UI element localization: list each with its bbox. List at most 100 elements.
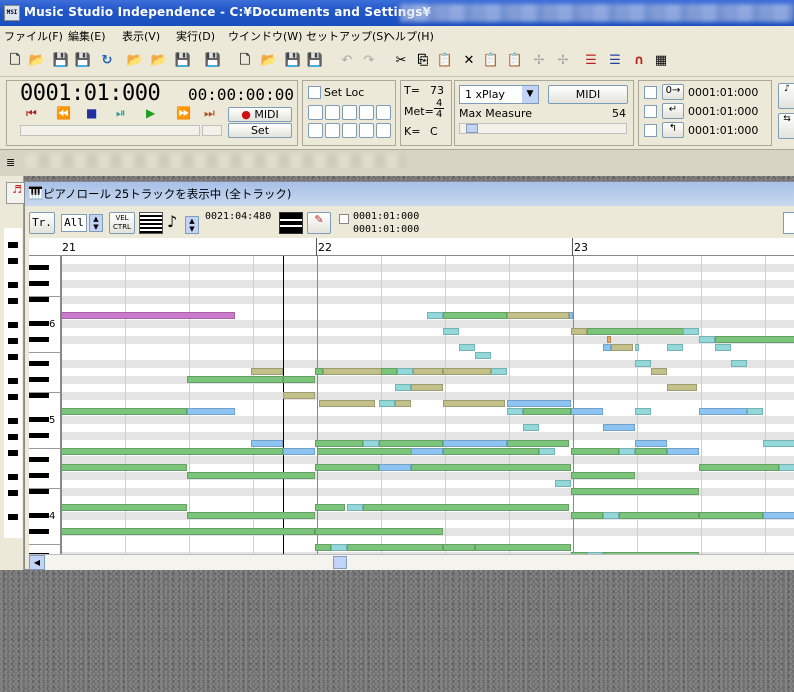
midi-note[interactable]: [315, 504, 345, 511]
note-lane[interactable]: [61, 296, 794, 304]
grid-snap-icon[interactable]: [139, 212, 163, 234]
black-key[interactable]: [29, 513, 49, 518]
import-icon[interactable]: 📂: [126, 52, 144, 70]
reload-icon[interactable]: ↻: [98, 52, 116, 70]
save-icon[interactable]: 💾: [52, 52, 70, 70]
midi-note[interactable]: [395, 384, 411, 391]
paste-mix-icon[interactable]: 📋: [506, 52, 524, 70]
menu-run[interactable]: 実行(D): [176, 28, 215, 44]
save-doc-as-icon[interactable]: 💾: [306, 52, 324, 70]
midi-note[interactable]: [331, 544, 347, 551]
midi-note[interactable]: [411, 384, 443, 391]
midi-note[interactable]: [397, 368, 413, 375]
midi-button[interactable]: MIDI: [548, 85, 628, 104]
midi-note[interactable]: [187, 512, 315, 519]
black-key[interactable]: [29, 281, 49, 286]
midi-note[interactable]: [571, 448, 619, 455]
midi-note[interactable]: [187, 408, 235, 415]
piano-display-icon[interactable]: [279, 212, 303, 234]
note-lane[interactable]: [61, 456, 794, 464]
midi-note[interactable]: [443, 448, 539, 455]
save-song-icon[interactable]: 💾: [174, 52, 192, 70]
midi-note[interactable]: [507, 408, 523, 415]
note-lane[interactable]: [61, 392, 794, 400]
eighth-note-icon[interactable]: ♪: [167, 212, 177, 231]
list-red-icon[interactable]: ☰: [582, 52, 600, 70]
black-key[interactable]: [29, 529, 49, 534]
forward-end-icon[interactable]: ⏭: [204, 106, 215, 120]
midi-note[interactable]: [715, 336, 794, 343]
midi-note[interactable]: [779, 464, 794, 471]
midi-note[interactable]: [315, 440, 363, 447]
midi-note[interactable]: [61, 408, 187, 415]
midi-note[interactable]: [699, 464, 779, 471]
midi-note[interactable]: [315, 544, 331, 551]
midi-note[interactable]: [443, 328, 459, 335]
note-lane[interactable]: [61, 480, 794, 488]
menu-window[interactable]: ウインドウ(W): [228, 28, 302, 44]
midi-note[interactable]: [379, 400, 395, 407]
note-lane[interactable]: [61, 424, 794, 432]
save-as-icon[interactable]: 💾: [74, 52, 92, 70]
note-lane[interactable]: [61, 272, 794, 280]
midi-note[interactable]: [523, 424, 539, 431]
midi-note[interactable]: [475, 544, 571, 551]
midi-note[interactable]: [611, 344, 633, 351]
save-doc-icon[interactable]: 💾: [284, 52, 302, 70]
midi-note[interactable]: [283, 448, 315, 455]
piano-keyboard[interactable]: 6 5 4: [29, 256, 61, 554]
black-key[interactable]: [29, 393, 49, 398]
midi-note[interactable]: [61, 464, 187, 471]
midi-note[interactable]: [379, 440, 443, 447]
track-select-button[interactable]: Tr.: [29, 212, 55, 234]
midi-note[interactable]: [571, 488, 699, 495]
goto-loc3-button[interactable]: ↰: [662, 122, 684, 138]
midi-note[interactable]: [443, 312, 507, 319]
midi-note[interactable]: [315, 368, 323, 375]
program-icon-button[interactable]: ⇆: [778, 113, 794, 139]
set-button[interactable]: Set: [228, 123, 292, 138]
midi-note[interactable]: [571, 328, 587, 335]
menu-view[interactable]: 表示(V): [122, 28, 160, 44]
open-doc-icon[interactable]: 📂: [260, 52, 278, 70]
midi-note[interactable]: [317, 448, 413, 455]
midi-note[interactable]: [363, 504, 569, 511]
midi-note[interactable]: [555, 480, 571, 487]
menu-setup[interactable]: セットアップ(S): [306, 28, 388, 44]
range-checkbox[interactable]: [339, 214, 349, 224]
menu-file[interactable]: ファイル(F): [4, 28, 63, 44]
spin-up-down-icon[interactable]: ▲ ▼: [89, 214, 103, 232]
midi-note[interactable]: [283, 376, 315, 383]
loc-slot[interactable]: [359, 122, 374, 138]
midi-note[interactable]: [699, 512, 763, 519]
midi-note[interactable]: [607, 336, 611, 343]
position-slider[interactable]: [20, 125, 200, 136]
loc3-checkbox[interactable]: [644, 124, 657, 137]
midi-note[interactable]: [443, 544, 475, 551]
note-lane[interactable]: [61, 288, 794, 296]
goto-loc1-button[interactable]: 0→: [662, 84, 684, 100]
insert-icon[interactable]: ✢: [530, 52, 548, 70]
paste-insert-icon[interactable]: 📋: [482, 52, 500, 70]
black-key[interactable]: [29, 417, 49, 422]
midi-note[interactable]: [763, 440, 794, 447]
note-lane[interactable]: [61, 360, 794, 368]
note-lane[interactable]: [61, 256, 794, 264]
midi-note[interactable]: [507, 312, 569, 319]
erase-icon[interactable]: ✢: [554, 52, 572, 70]
black-key[interactable]: [29, 473, 49, 478]
play-mode-select[interactable]: 1 xPlay ▼: [459, 85, 539, 104]
midi-note[interactable]: [283, 392, 315, 399]
piano-roll-icon[interactable]: 🎹: [28, 186, 43, 200]
grid-checker-icon[interactable]: ▦: [652, 52, 670, 70]
cut-icon[interactable]: ✂: [392, 52, 410, 70]
goto-loc2-button[interactable]: ↵: [662, 103, 684, 119]
note-lane[interactable]: [61, 320, 794, 328]
midi-note[interactable]: [635, 360, 651, 367]
note-lane[interactable]: [61, 400, 794, 408]
copy-icon[interactable]: ⎘: [414, 52, 432, 70]
midi-note[interactable]: [619, 512, 699, 519]
midi-note[interactable]: [443, 440, 507, 447]
midi-note[interactable]: [635, 344, 639, 351]
list-blue-icon[interactable]: ☰: [606, 52, 624, 70]
